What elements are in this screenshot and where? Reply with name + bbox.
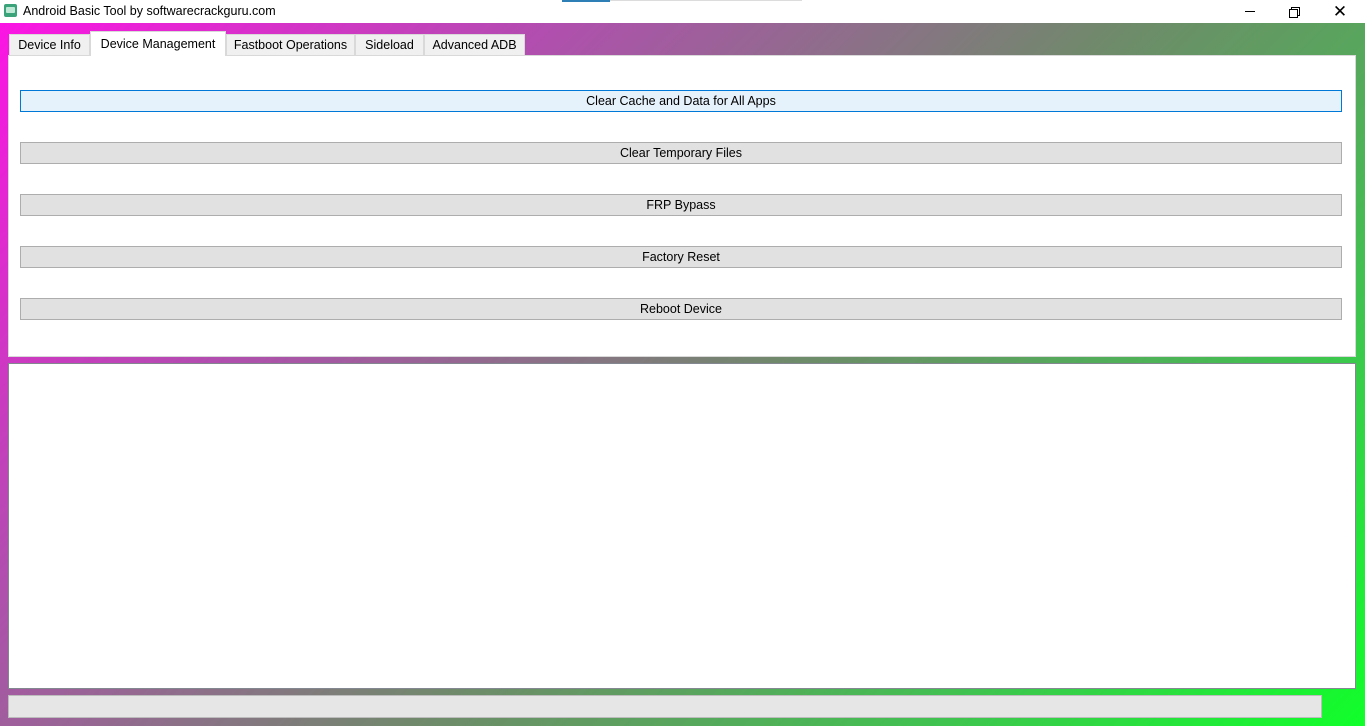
frp-bypass-button[interactable]: FRP Bypass: [20, 194, 1342, 216]
window-title: Android Basic Tool by softwarecrackguru.…: [23, 4, 276, 18]
clear-temp-files-button[interactable]: Clear Temporary Files: [20, 142, 1342, 164]
minimize-icon: [1245, 11, 1255, 12]
title-bar: Android Basic Tool by softwarecrackguru.…: [0, 0, 1365, 23]
reboot-device-button[interactable]: Reboot Device: [20, 298, 1342, 320]
android-app-icon: [4, 4, 17, 17]
restore-icon: [1289, 6, 1300, 18]
log-output-textbox[interactable]: [8, 363, 1356, 689]
title-divider-line: [610, 0, 802, 1]
device-management-panel: Clear Cache and Data for All Apps Clear …: [8, 55, 1356, 357]
restore-button[interactable]: [1271, 0, 1317, 23]
title-accent-line: [562, 0, 610, 2]
tab-advanced-adb[interactable]: Advanced ADB: [424, 34, 525, 55]
factory-reset-button[interactable]: Factory Reset: [20, 246, 1342, 268]
progress-bar: [8, 695, 1322, 718]
tab-device-management[interactable]: Device Management: [90, 31, 226, 56]
close-icon: ✕: [1332, 2, 1348, 21]
close-button[interactable]: ✕: [1317, 0, 1363, 23]
tab-sideload[interactable]: Sideload: [355, 34, 424, 55]
tab-fastboot-operations[interactable]: Fastboot Operations: [226, 34, 355, 55]
minimize-button[interactable]: [1227, 0, 1273, 23]
tab-device-info[interactable]: Device Info: [9, 34, 90, 55]
clear-cache-data-button[interactable]: Clear Cache and Data for All Apps: [20, 90, 1342, 112]
